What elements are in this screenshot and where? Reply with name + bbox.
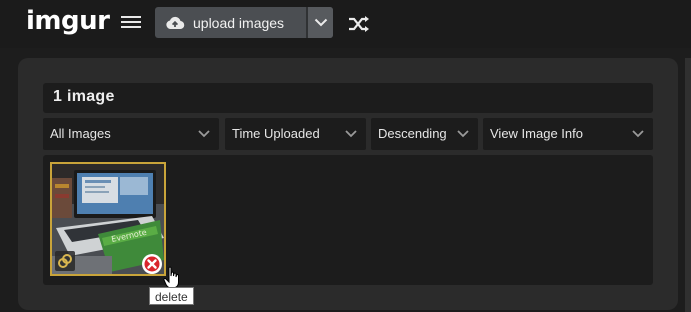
images-panel: 1 image All Images Time Uploaded Descend…: [18, 58, 678, 310]
random-image-button[interactable]: [347, 13, 371, 35]
chevron-down-icon: [457, 130, 469, 138]
image-count-header: 1 image: [43, 83, 653, 113]
image-grid: Evernote: [43, 155, 653, 285]
image-count-label: 1 image: [53, 88, 115, 105]
hamburger-icon: [121, 16, 141, 18]
image-thumbnail[interactable]: Evernote: [50, 162, 166, 276]
image-link-icon[interactable]: [55, 251, 75, 271]
filter-all-images-dropdown[interactable]: All Images: [43, 118, 219, 150]
dropdown-label: View Image Info: [490, 126, 583, 141]
upload-images-button-group: upload images: [155, 7, 333, 38]
shuffle-icon: [349, 16, 369, 32]
dropdown-label: All Images: [50, 126, 111, 141]
delete-tooltip: delete: [149, 287, 194, 305]
sort-by-dropdown[interactable]: Time Uploaded: [225, 118, 366, 150]
upload-images-label: upload images: [193, 14, 285, 31]
delete-button[interactable]: [142, 254, 162, 274]
dropdown-label: Descending: [378, 126, 447, 141]
cloud-upload-icon: [166, 16, 185, 29]
chevron-down-icon: [314, 18, 327, 27]
upload-images-button[interactable]: upload images: [155, 7, 306, 38]
scrollbar-track[interactable]: [685, 58, 691, 312]
link-icon: [58, 254, 72, 268]
chevron-down-icon: [632, 130, 644, 138]
chevron-down-icon: [345, 130, 357, 138]
sort-order-dropdown[interactable]: Descending: [371, 118, 478, 150]
imgur-logo[interactable]: imgur: [26, 6, 110, 36]
view-mode-dropdown[interactable]: View Image Info: [483, 118, 653, 150]
upload-options-dropdown[interactable]: [308, 7, 333, 38]
menu-button[interactable]: [121, 16, 141, 32]
chevron-down-icon: [198, 130, 210, 138]
dropdown-label: Time Uploaded: [232, 126, 320, 141]
delete-x-icon: [143, 255, 161, 273]
top-bar: imgur upload images: [0, 0, 691, 48]
